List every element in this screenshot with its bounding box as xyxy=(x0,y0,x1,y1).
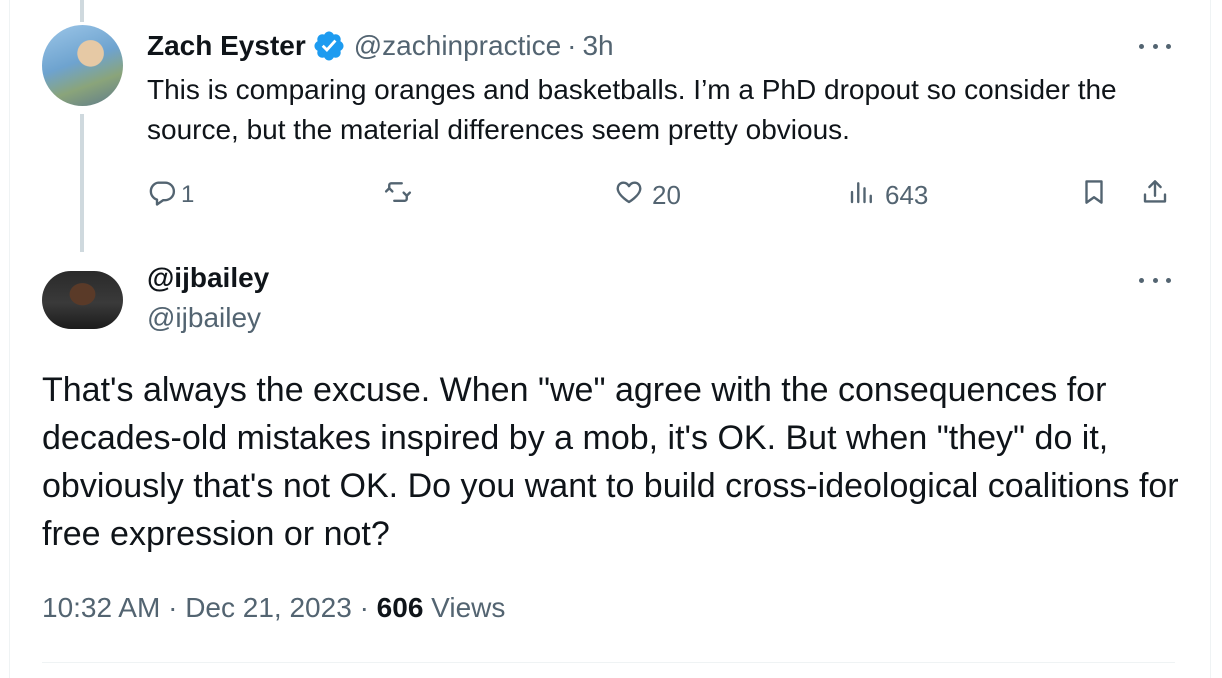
main-tweet-text: That's always the excuse. When "we" agre… xyxy=(42,371,1179,553)
thread-connector xyxy=(80,114,84,252)
retweet-icon xyxy=(383,177,413,214)
share-button[interactable] xyxy=(1140,174,1170,216)
frame-right-border xyxy=(1210,0,1211,678)
author-name[interactable]: Zach Eyster xyxy=(147,30,306,62)
main-author-handle[interactable]: @ijbailey xyxy=(147,302,261,334)
reply-header: Zach Eyster @zachinpractice · 3h xyxy=(147,28,614,64)
tweet-time[interactable]: 10:32 AM xyxy=(42,592,160,623)
main-avatar[interactable] xyxy=(42,271,123,329)
views-icon xyxy=(847,177,877,214)
divider xyxy=(42,662,1175,663)
frame-left-border xyxy=(9,0,10,678)
like-count: 20 xyxy=(652,179,681,210)
reply-text: This is comparing oranges and basketball… xyxy=(147,74,1117,145)
share-icon xyxy=(1140,177,1170,214)
like-icon xyxy=(614,177,644,214)
like-button[interactable]: 20 xyxy=(614,174,681,216)
verified-badge-icon xyxy=(312,29,346,63)
views-total: 606 xyxy=(376,592,424,623)
reply-icon xyxy=(147,177,177,214)
views-button[interactable]: 643 xyxy=(847,174,928,216)
more-icon[interactable] xyxy=(1139,36,1171,56)
retweet-button[interactable] xyxy=(383,174,413,216)
thread-connector-top xyxy=(80,0,84,22)
bookmark-icon xyxy=(1079,177,1109,214)
bookmark-button[interactable] xyxy=(1079,174,1109,216)
author-handle[interactable]: @zachinpractice xyxy=(354,30,561,62)
tweet-date[interactable]: Dec 21, 2023 xyxy=(185,592,352,623)
views-label: Views xyxy=(431,592,506,623)
header-separator: · xyxy=(567,30,577,61)
meta-separator: · xyxy=(168,592,178,623)
meta-separator: · xyxy=(359,592,369,623)
tweet-meta: 10:32 AM · Dec 21, 2023 · 606 Views xyxy=(42,592,505,624)
reply-button[interactable]: 1 xyxy=(147,174,194,216)
action-bar: 1 20 643 xyxy=(147,174,1177,216)
avatar[interactable] xyxy=(42,25,123,106)
main-author-name[interactable]: @ijbailey xyxy=(147,262,269,294)
main-more-icon[interactable] xyxy=(1139,270,1171,290)
post-time[interactable]: 3h xyxy=(582,30,613,62)
reply-count: 1 xyxy=(181,181,195,208)
views-count: 643 xyxy=(885,179,929,210)
